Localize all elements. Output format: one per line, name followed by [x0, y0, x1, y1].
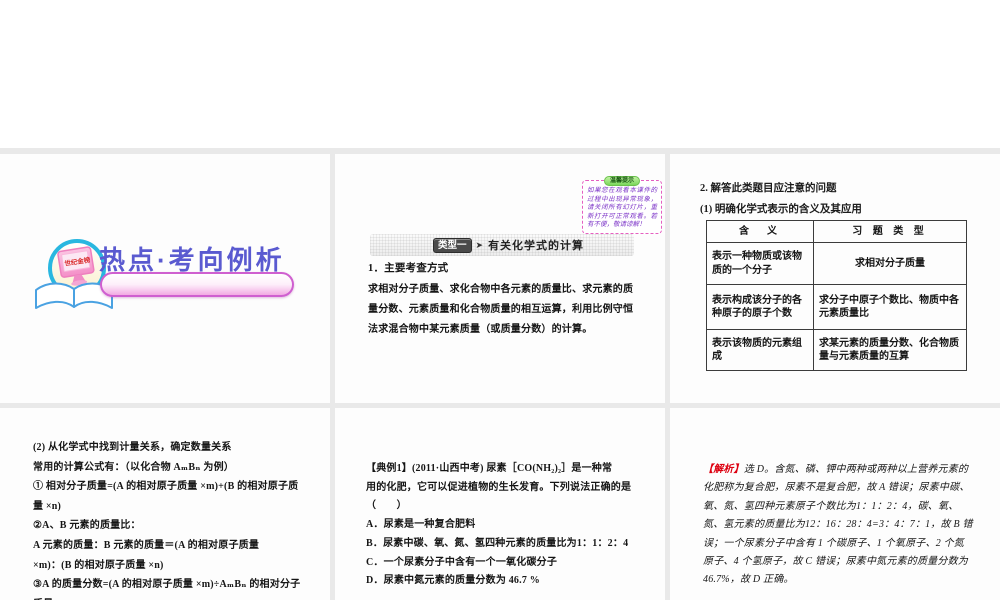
text-line: 量 ×n): [33, 501, 62, 512]
paragraph-line: 量分数、元素质量和化合物质量的相互运算，利用比例守恒: [368, 304, 634, 315]
text-line: 质量 ×100%: [33, 595, 88, 600]
table-row: 表示该物质的元素组成 求某元素的质量分数、化合物质量与元素质量的互算: [706, 329, 967, 371]
table-cell-meaning: 表示构成该分子的各种原子的原子个数: [706, 284, 814, 330]
table-header-type: 习 题 类 型: [813, 220, 967, 243]
table-row: 表示一种物质或该物质的一个分子 求相对分子质量: [706, 242, 967, 285]
table-cell-meaning: 表示一种物质或该物质的一个分子: [706, 242, 814, 285]
table-cell-type: 求某元素的质量分数、化合物质量与元素质量的互算: [813, 329, 967, 371]
hint-note-body: 如果您在观看本课件的过程中出现异常现象，请关闭所有幻灯片，重新打开可正常观看。若…: [587, 187, 657, 229]
analysis-line: 【解析】选 D。含氮、磷、钾中两种或两种以上营养元素的: [703, 464, 969, 475]
text-line: ① 相对分子质量=(A 的相对原子质量 ×m)+(B 的相对原子质: [33, 481, 299, 492]
slide-thumbnail-3[interactable]: 2. 解答此类题目应注意的问题 (1) 明确化学式表示的含义及其应用 含 义 习…: [670, 154, 1000, 403]
slide-sorter-view: 世纪金榜 热点·考向例析 温馨提示 如果您在观看本课件的过程中出现异常现象，请关…: [0, 0, 1000, 600]
text-line: A 元素的质量：B 元素的质量＝(A 的相对原子质量: [33, 540, 260, 551]
text-line: ×m)：(B 的相对原子质量 ×n): [33, 560, 164, 571]
sub-heading: (1) 明确化学式表示的含义及其应用: [700, 204, 862, 215]
type-banner: 类型一 ➤ 有关化学式的计算: [370, 234, 634, 256]
table-cell-meaning: 表示该物质的元素组成: [706, 329, 814, 371]
title-underline-bar: [100, 272, 294, 297]
slide-thumbnail-4[interactable]: (2) 从化学式中找到计量关系，确定数量关系 常用的计算公式有：（以化合物 Aₘ…: [0, 408, 330, 600]
text-line: ②A、B 元素的质量比：: [33, 520, 141, 531]
text-line: 常用的计算公式有：（以化合物 AₘBₙ 为例）: [33, 462, 234, 473]
slide-thumbnail-2[interactable]: 温馨提示 如果您在观看本课件的过程中出现异常现象，请关闭所有幻灯片，重新打开可正…: [335, 154, 665, 403]
type-title: 有关化学式的计算: [488, 240, 585, 252]
analysis-label: 【解析】: [703, 464, 744, 475]
slide-thumbnail-5[interactable]: 【典例1】(2011·山西中考) 尿素［CO(NH₂)₂］是一种常 用的化肥，它…: [335, 408, 665, 600]
text-line: (2) 从化学式中找到计量关系，确定数量关系: [33, 442, 232, 453]
heading: 1．主要考查方式: [368, 263, 449, 274]
hint-note: 温馨提示 如果您在观看本课件的过程中出现异常现象，请关闭所有幻灯片，重新打开可正…: [582, 176, 662, 234]
option-c: C．一个尿素分子中含有一个一氧化碳分子: [366, 557, 558, 568]
answer-blank: （ ）: [366, 500, 407, 511]
table-header-meaning: 含 义: [706, 220, 814, 243]
option-d: D．尿素中氮元素的质量分数为 46.7 %: [366, 575, 540, 586]
analysis-line: 原子、4 个氢原子，故 C 错误；尿素中氮元素的质量分数为: [703, 556, 968, 567]
arrow-icon: ➤: [475, 239, 484, 250]
table-row: 表示构成该分子的各种原子的原子个数 求分子中原子个数比、物质中各元素质量比: [706, 284, 967, 330]
table-cell-type: 求相对分子质量: [813, 242, 967, 285]
example-question-line: 【典例1】(2011·山西中考) 尿素［CO(NH₂)₂］是一种常: [366, 463, 613, 474]
paragraph-line: 法求混合物中某元素质量（或质量分数）的计算。: [368, 324, 593, 335]
analysis-line: 46.7%，故 D 正确。: [703, 574, 794, 585]
table-cell-type: 求分子中原子个数比、物质中各元素质量比: [813, 284, 967, 330]
example-question-line: 用的化肥，它可以促进植物的生长发育。下列说法正确的是: [366, 482, 632, 493]
hint-note-title: 温馨提示: [603, 176, 641, 186]
text-line: ③A 的质量分数=(A 的相对原子质量 ×m)÷AₘBₙ 的相对分子: [33, 579, 301, 590]
type-badge: 类型一: [433, 237, 472, 253]
analysis-line: 误；一个尿素分子中含有 1 个碳原子、1 个氧原子、2 个氮: [703, 538, 964, 549]
slide-thumbnail-1[interactable]: 世纪金榜 热点·考向例析: [0, 154, 330, 403]
analysis-line: 氮、氢元素的质量比为12：16：28：4=3：4：7：1，故 B 错: [703, 519, 973, 530]
analysis-line: 化肥称为复合肥，尿素不是复合肥，故 A 错误；尿素中碳、: [703, 482, 970, 493]
slide-thumbnail-6[interactable]: 【解析】选 D。含氮、磷、钾中两种或两种以上营养元素的 化肥称为复合肥，尿素不是…: [670, 408, 1000, 600]
analysis-line: 氧、氮、氢四种元素原子个数比为1：1：2：4，碳、氧、: [703, 501, 959, 512]
meaning-table: 含 义 习 题 类 型 表示一种物质或该物质的一个分子 求相对分子质量 表示构成…: [706, 220, 967, 371]
option-b: B．尿素中碳、氧、氮、氢四种元素的质量比为1：1：2：4: [366, 538, 629, 549]
option-a: A．尿素是一种复合肥料: [366, 519, 476, 530]
paragraph-line: 求相对分子质量、求化合物中各元素的质量比、求元素的质: [368, 284, 634, 295]
heading: 2. 解答此类题目应注意的问题: [700, 183, 837, 194]
